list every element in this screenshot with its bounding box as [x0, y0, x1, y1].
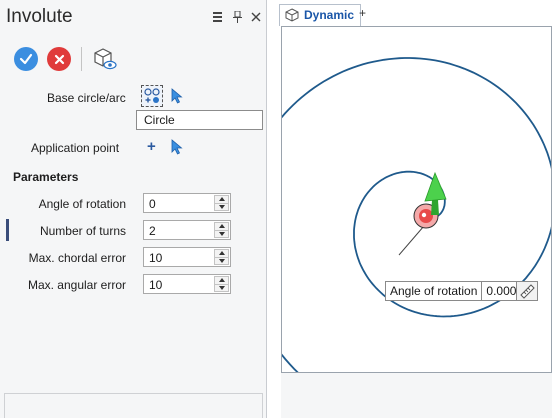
panel-menu-icon[interactable]	[211, 10, 223, 24]
max-chordal-error-input[interactable]: 10	[143, 247, 231, 267]
base-circle-field[interactable]: Circle	[136, 110, 263, 130]
spin-buttons	[214, 249, 229, 265]
spin-down-button[interactable]	[214, 202, 229, 211]
spin-buttons	[214, 195, 229, 211]
angle-of-rotation-label: Angle of rotation	[38, 197, 126, 211]
select-geometry-icon	[144, 88, 160, 103]
check-icon	[19, 53, 33, 65]
base-circle-selector[interactable]	[141, 85, 163, 107]
spin-down-button[interactable]	[214, 283, 229, 292]
application-point-label: Application point	[31, 141, 120, 155]
viewport-bottom-strip	[281, 373, 552, 418]
ruler-icon[interactable]	[517, 282, 538, 300]
spin-down-button[interactable]	[214, 256, 229, 265]
viewport-tabbar: Dynamic +	[275, 0, 552, 26]
ok-button[interactable]	[14, 47, 38, 71]
tab-dynamic-label: Dynamic	[304, 8, 355, 22]
properties-panel: Involute Base circle/arc Circle Applicat…	[0, 0, 267, 418]
spin-buttons	[214, 276, 229, 292]
angle-tooltip-input[interactable]: 0.000	[482, 282, 518, 300]
base-circle-label: Base circle/arc	[47, 91, 126, 105]
application-point-icon[interactable]	[419, 209, 433, 223]
spin-down-button[interactable]	[214, 229, 229, 238]
angle-of-rotation-input[interactable]: 0	[143, 193, 231, 213]
canvas-drawing	[282, 57, 551, 372]
max-chordal-error-label: Max. chordal error	[28, 251, 126, 265]
canvas-3d[interactable]: Angle of rotation 0.000	[281, 26, 552, 373]
cube-eye-icon	[94, 48, 117, 70]
parameters-heading: Parameters	[13, 170, 79, 184]
point-highlight	[421, 212, 427, 218]
spin-up-button[interactable]	[214, 249, 229, 257]
spin-value: 10	[149, 251, 163, 265]
spin-value: 0	[149, 197, 156, 211]
pin-icon[interactable]	[231, 10, 243, 24]
cursor-icon[interactable]	[171, 88, 183, 104]
close-icon	[54, 54, 64, 64]
focus-indicator	[6, 219, 9, 241]
preview-button[interactable]	[91, 45, 119, 73]
spin-value: 2	[149, 224, 156, 238]
spin-buttons	[214, 222, 229, 238]
spin-up-button[interactable]	[214, 276, 229, 284]
panel-close-icon[interactable]	[250, 10, 262, 24]
plus-icon[interactable]: +	[147, 139, 156, 154]
tab-dynamic[interactable]: Dynamic	[279, 4, 362, 26]
cube-icon	[285, 8, 299, 22]
spin-up-button[interactable]	[214, 222, 229, 230]
viewport: Dynamic + Angle of rotation 0.000	[275, 0, 552, 418]
panel-toolbar	[14, 44, 119, 74]
max-angular-error-label: Max. angular error	[27, 278, 126, 292]
panel-title: Involute	[6, 6, 73, 27]
cancel-button[interactable]	[47, 47, 71, 71]
number-of-turns-label: Number of turns	[39, 224, 126, 238]
angle-tooltip: Angle of rotation 0.000	[385, 281, 539, 301]
spin-value: 10	[149, 278, 163, 292]
cursor-icon[interactable]	[171, 139, 183, 155]
panel-status-bar	[4, 393, 263, 418]
add-tab-button[interactable]: +	[359, 6, 366, 20]
angle-tooltip-label: Angle of rotation	[386, 282, 483, 300]
number-of-turns-input[interactable]: 2	[143, 220, 231, 240]
toolbar-separator	[81, 47, 82, 71]
panel-header: Involute	[0, 0, 267, 34]
spin-up-button[interactable]	[214, 195, 229, 203]
max-angular-error-input[interactable]: 10	[143, 274, 231, 294]
